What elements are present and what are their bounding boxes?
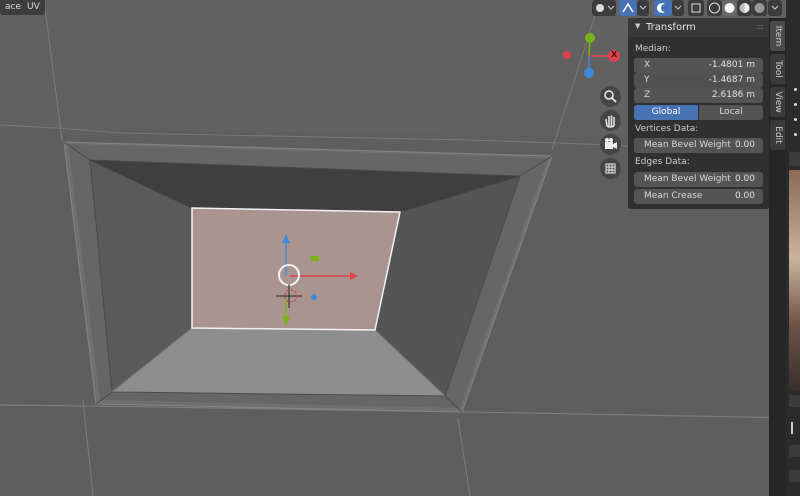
y-field[interactable]: Y -1.4687 m <box>634 73 763 88</box>
toolbar-button[interactable] <box>789 152 800 166</box>
y-field-label: Y <box>644 75 650 85</box>
collapse-arrow-icon: ▼ <box>635 22 641 30</box>
zoom-icon <box>604 90 617 103</box>
bullet-marker <box>794 88 797 91</box>
selectability-button[interactable] <box>592 0 616 16</box>
tab-view[interactable]: View <box>770 87 785 117</box>
edge-bevel-weight-field[interactable]: Mean Bevel Weight 0.00 <box>634 172 763 187</box>
bullet-marker <box>794 103 797 106</box>
z-field-label: Z <box>644 90 651 100</box>
x-field-value: -1.4801 m <box>708 60 755 70</box>
toolbar-button[interactable] <box>789 395 800 407</box>
tab-item[interactable]: Item <box>770 21 785 51</box>
zoom-button[interactable] <box>600 86 621 107</box>
edge-crease-label: Mean Crease <box>644 191 703 201</box>
chevron-down-icon <box>639 5 647 10</box>
overlay-icon <box>657 3 669 13</box>
vertex-bevel-weight-field[interactable]: Mean Bevel Weight 0.00 <box>634 138 763 153</box>
median-label: Median: <box>635 44 671 54</box>
tab-item-label: Item <box>772 25 783 47</box>
drag-grip-icon[interactable]: :::: <box>756 22 764 31</box>
gizmo-toggle-icon <box>622 2 634 13</box>
mouse-select-icon <box>596 4 615 12</box>
shading-rendered-icon <box>754 3 765 13</box>
tab-tool[interactable]: Tool <box>770 54 785 84</box>
uv-menu-label: UV <box>27 2 40 12</box>
shading-material-button[interactable] <box>737 0 752 16</box>
bullet-marker <box>794 133 797 136</box>
gizmo-dropdown[interactable] <box>637 0 649 16</box>
toolbar-button[interactable] <box>789 445 800 457</box>
toolbar-button[interactable] <box>789 470 800 482</box>
global-toggle[interactable]: Global <box>634 105 698 120</box>
sidebar-tabs: Item Tool View Edit <box>769 18 786 496</box>
overlay-button[interactable] <box>654 0 672 16</box>
edge-crease-field[interactable]: Mean Crease 0.00 <box>634 189 763 204</box>
shading-wireframe-icon <box>709 2 720 14</box>
shading-solid-button[interactable] <box>722 0 737 16</box>
edge-crease-value: 0.00 <box>734 191 755 201</box>
xray-toggle[interactable] <box>688 0 704 16</box>
pan-button[interactable] <box>600 110 621 131</box>
grid-icon <box>605 163 616 174</box>
z-field-value: 2.6186 m <box>711 90 755 100</box>
shading-solid-icon <box>724 3 735 13</box>
chevron-down-icon <box>771 5 779 10</box>
3d-viewport[interactable]: X ace UV ▼ Transform:::: Median: X -1.4… <box>0 0 800 496</box>
shading-material-icon <box>739 3 750 14</box>
vertex-bevel-weight-value: 0.00 <box>734 140 755 150</box>
tab-edit[interactable]: Edit <box>770 120 785 150</box>
gizmo-x-axis[interactable]: X <box>608 50 620 62</box>
transform-panel-header[interactable]: ▼ Transform :::: <box>628 18 769 37</box>
image-preview <box>789 170 800 390</box>
shading-wireframe-button[interactable] <box>707 0 722 16</box>
panel-title: Transform <box>646 22 696 33</box>
gizmo-x-label: X <box>611 50 618 59</box>
edge-bevel-weight-label: Mean Bevel Weight <box>644 174 731 184</box>
y-field-value: -1.4687 m <box>708 75 755 85</box>
vertex-bevel-weight-label: Mean Bevel Weight <box>644 140 731 150</box>
camera-view-button[interactable] <box>600 134 621 155</box>
pan-hand-icon <box>605 115 615 128</box>
z-field[interactable]: Z 2.6186 m <box>634 88 763 103</box>
local-toggle[interactable]: Local <box>699 105 763 120</box>
camera-icon <box>605 138 617 149</box>
chevron-down-icon <box>674 5 682 10</box>
overlay-dropdown[interactable] <box>672 0 684 16</box>
face-select-button[interactable]: ace <box>0 0 24 15</box>
vertices-data-label: Vertices Data: <box>635 124 699 134</box>
x-field[interactable]: X -1.4801 m <box>634 58 763 73</box>
edges-data-label: Edges Data: <box>635 157 690 167</box>
uv-menu-button[interactable]: UV <box>22 0 45 15</box>
adjacent-editor-strip <box>786 0 800 496</box>
shading-dropdown[interactable] <box>768 0 782 16</box>
gizmo-toggle-button[interactable] <box>619 0 637 16</box>
tab-tool-label: Tool <box>772 60 783 78</box>
brush-icon[interactable] <box>791 422 799 434</box>
edge-bevel-weight-value: 0.00 <box>734 174 755 184</box>
bullet-marker <box>794 118 797 121</box>
tab-edit-label: Edit <box>772 126 783 144</box>
sidebar-panel: ▼ Transform :::: Median: X -1.4801 m Y -… <box>628 18 769 209</box>
tab-view-label: View <box>772 91 783 113</box>
x-field-label: X <box>644 60 651 70</box>
shading-rendered-button[interactable] <box>752 0 767 16</box>
ortho-toggle-button[interactable] <box>600 158 621 179</box>
xray-icon <box>691 3 701 13</box>
face-select-label: ace <box>5 2 22 12</box>
